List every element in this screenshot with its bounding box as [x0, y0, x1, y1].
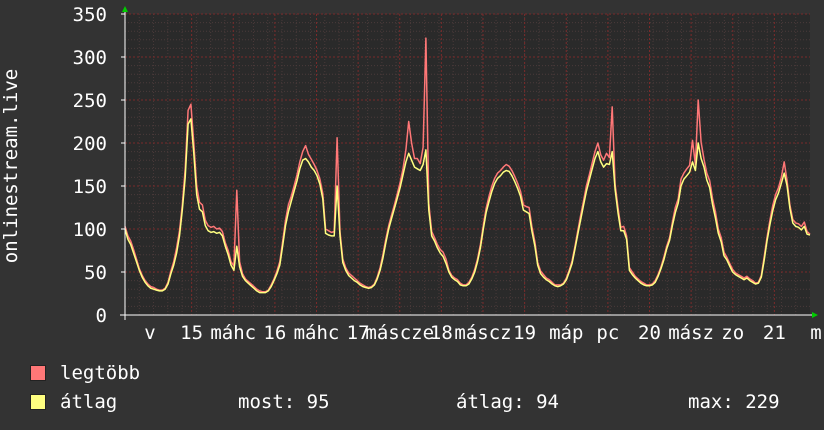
y-tick-label: 200 — [73, 133, 107, 155]
x-axis-arrow — [812, 312, 818, 318]
y-axis-label: onlinestream.live — [0, 69, 22, 263]
x-tick-label: 18 — [430, 322, 453, 344]
y-tick-label: 0 — [96, 305, 107, 327]
x-tick-label: 19 — [513, 322, 536, 344]
x-tick-label: pc — [596, 322, 619, 344]
x-tick-label: máhc — [210, 322, 256, 344]
legend-swatch-max — [30, 365, 46, 381]
x-tick-label: máscz — [454, 322, 511, 344]
legend-label: átlag — [60, 391, 118, 413]
legend-label: legtöbb — [60, 362, 141, 384]
y-axis-ticks: 0 50 100 150 200 250 300 350 — [73, 4, 107, 327]
x-tick-label: 21 — [763, 322, 786, 344]
y-tick-label: 150 — [73, 176, 107, 198]
y-tick-label: 50 — [84, 262, 107, 284]
x-tick-label: máp — [549, 322, 583, 344]
x-tick-label: mász — [668, 322, 714, 344]
legend-item-avg: átlag — [30, 391, 117, 413]
y-tick-label: 250 — [73, 90, 107, 112]
x-axis-ticks: v 15 máhc 16 máhc 17máscze18 máscz 19 máp pc 20 más… — [144, 322, 821, 344]
x-tick-label: 20 — [638, 322, 661, 344]
rrd-graph: 050100150200250300350 v 15 máhc 16 máhc 17más… — [0, 4, 822, 344]
x-tick-label: 15 — [180, 322, 203, 344]
y-tick-label: 300 — [73, 47, 107, 69]
x-tick-label: máhc — [294, 322, 340, 344]
x-tick-label: máscze — [365, 322, 434, 344]
y-axis-arrow — [122, 6, 128, 12]
stat-current: most: 95 — [238, 391, 330, 413]
y-tick-label: 100 — [73, 219, 107, 241]
legend-swatch-avg — [30, 394, 46, 410]
stat-maximum: max: 229 — [688, 391, 780, 413]
stat-average: átlag: 94 — [456, 391, 559, 413]
y-tick-label: 350 — [73, 4, 107, 26]
legend-item-max: legtöbb — [30, 362, 140, 384]
x-tick-label: m — [810, 322, 821, 344]
x-tick-label: 16 — [263, 322, 286, 344]
x-tick-label: zo — [721, 322, 744, 344]
x-tick-label: v — [144, 322, 155, 344]
